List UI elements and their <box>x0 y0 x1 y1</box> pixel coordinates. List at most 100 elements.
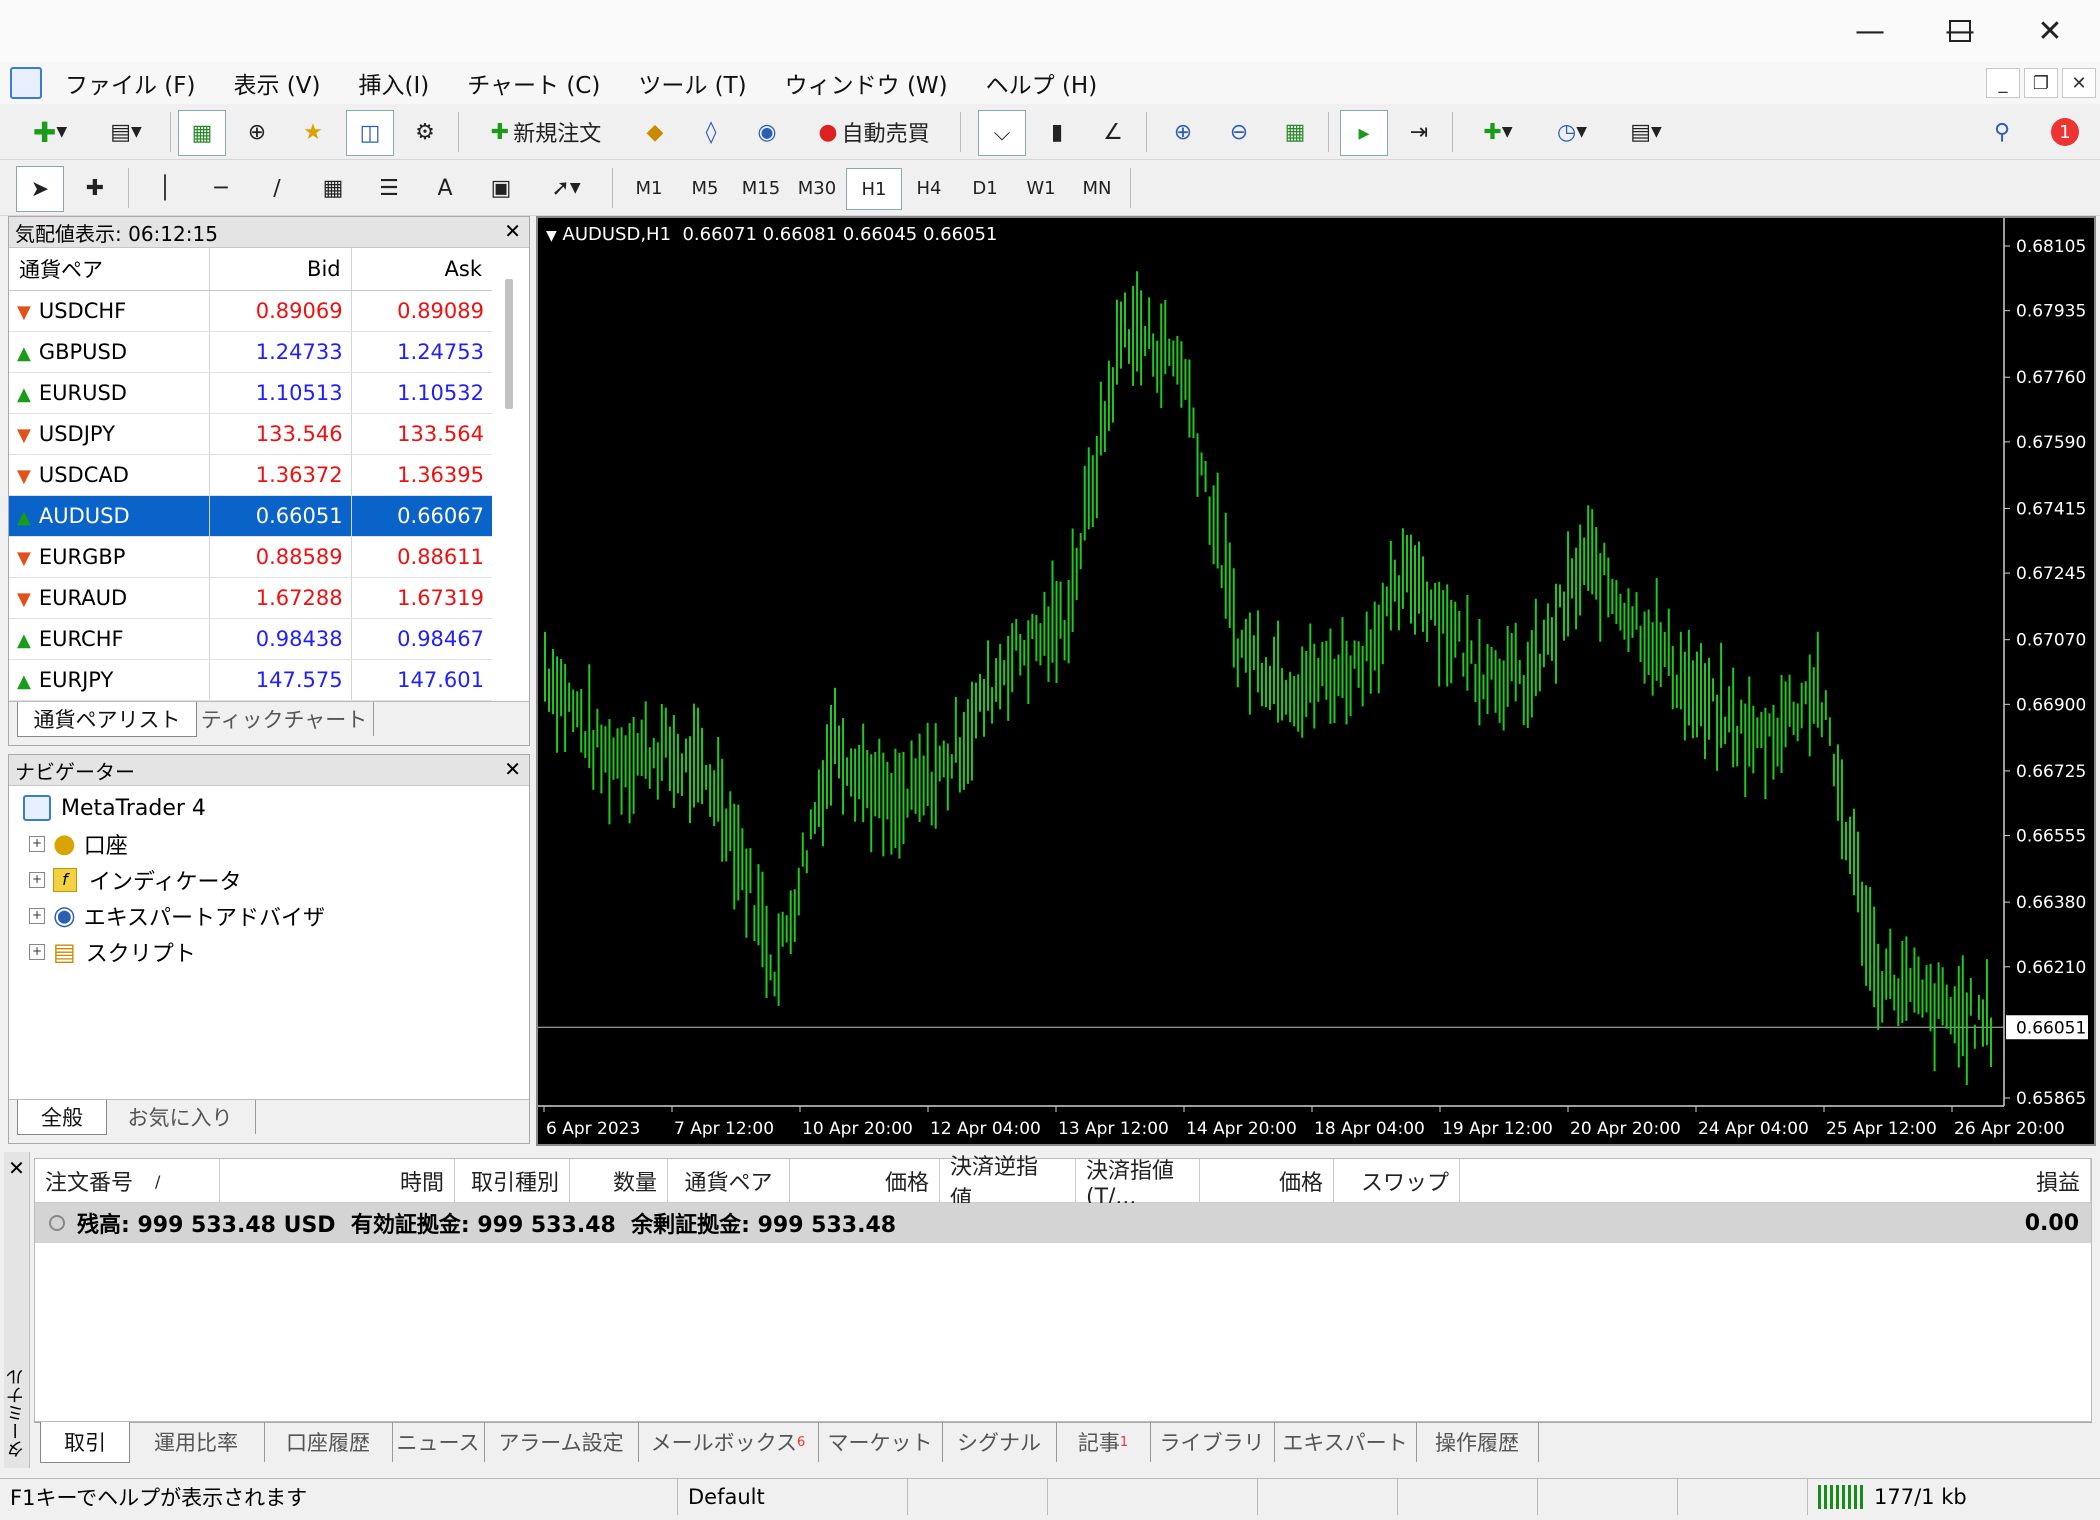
templates-button[interactable]: ▤ ▼ <box>1614 110 1678 154</box>
status-connection[interactable]: 177/1 kb <box>1808 1479 2098 1515</box>
periods-button[interactable]: ◷ ▼ <box>1540 110 1604 154</box>
column-header[interactable]: 注文番号 / <box>35 1159 220 1203</box>
market-watch-row[interactable]: ▲ EURUSD 1.10513 1.10532 <box>9 372 492 414</box>
data-window-button[interactable]: ⊕ <box>234 110 280 154</box>
column-header-ask[interactable]: Ask <box>351 248 492 291</box>
bar-chart-button[interactable]: ⌵ <box>978 110 1026 156</box>
timeframe-button-mn[interactable]: MN <box>1070 168 1124 208</box>
new-chart-button[interactable]: ✚ ▼ <box>18 110 82 154</box>
menu-item[interactable]: ヘルプ (H) <box>967 66 1117 100</box>
triangle-down-icon[interactable]: ▼ <box>546 228 557 244</box>
column-header[interactable]: 時間 <box>220 1159 455 1203</box>
column-header[interactable]: 決済逆指値... <box>940 1155 1076 1212</box>
timeframe-button-m1[interactable]: M1 <box>622 168 676 208</box>
navigator-root[interactable]: MetaTrader 4 <box>23 791 206 825</box>
terminal-tab[interactable]: 操作履歴 <box>1416 1422 1539 1462</box>
terminal-tab[interactable]: 運用比率 <box>128 1422 265 1462</box>
scrollbar-thumb[interactable] <box>505 279 513 409</box>
close-icon[interactable]: ✕ <box>4 1156 29 1180</box>
column-header[interactable]: 損益 <box>1460 1159 2091 1203</box>
navigator-item-accounts[interactable]: + ● 口座 <box>29 827 128 861</box>
timeframe-button-m15[interactable]: M15 <box>734 168 788 208</box>
menu-item[interactable]: ファイル (F) <box>46 66 215 100</box>
text-label-tool[interactable]: ▣ <box>478 166 524 210</box>
horizontal-line-tool[interactable]: ─ <box>198 166 244 210</box>
metaeditor-button[interactable]: ◆ <box>632 110 678 154</box>
column-header[interactable]: スワップ <box>1334 1159 1460 1203</box>
column-header[interactable]: 価格 <box>1200 1159 1334 1203</box>
cursor-tool[interactable]: ➤ <box>16 166 64 212</box>
zoom-in-button[interactable]: ⊕ <box>1160 110 1206 154</box>
indicators-button[interactable]: ✚ ▼ <box>1466 110 1530 154</box>
zoom-out-button[interactable]: ⊖ <box>1216 110 1262 154</box>
menu-item[interactable]: ツール (T) <box>619 66 765 100</box>
text-tool[interactable]: A <box>422 166 468 210</box>
menu-item[interactable]: 挿入(I) <box>340 66 449 100</box>
column-header[interactable]: 取引種別 <box>455 1159 570 1203</box>
terminal-tab[interactable]: 口座履歴 <box>264 1422 393 1462</box>
chart-window[interactable]: 0.68105 0.67935 0.67760 0.67590 0.67415 0.672… <box>536 216 2096 1146</box>
market-watch-row[interactable]: ▼ EURAUD 1.67288 1.67319 <box>9 577 492 619</box>
menu-item[interactable]: ウィンドウ (W) <box>766 66 967 100</box>
signals-button[interactable]: ◉ <box>744 110 790 154</box>
expand-icon[interactable]: + <box>29 908 45 924</box>
market-watch-row[interactable]: ▼ USDJPY 133.546 133.564 <box>9 413 492 455</box>
menu-item[interactable]: 表示 (V) <box>215 66 340 100</box>
market-button[interactable]: ◊ <box>688 110 734 154</box>
crosshair-tool[interactable]: ✚ <box>72 166 118 210</box>
auto-trading-button[interactable]: ● 自動売買 <box>800 110 948 154</box>
market-watch-row[interactable]: ▲ GBPUSD 1.24733 1.24753 <box>9 331 492 373</box>
expand-icon[interactable]: + <box>29 944 45 960</box>
arrows-tool[interactable]: ➚ ▼ <box>534 166 598 210</box>
notifications-button[interactable]: 1 <box>2040 110 2090 154</box>
equidistant-channel-tool[interactable]: ▦ <box>310 166 356 210</box>
timeframe-button-w1[interactable]: W1 <box>1014 168 1068 208</box>
close-icon[interactable]: ✕ <box>504 757 521 781</box>
terminal-tab[interactable]: メールボックス 6 <box>638 1422 819 1462</box>
navigator-item-scripts[interactable]: + ▤ スクリプト <box>29 935 196 969</box>
timeframe-button-d1[interactable]: D1 <box>958 168 1012 208</box>
minimize-window-button[interactable]: — <box>1825 0 1915 62</box>
column-header-bid[interactable]: Bid <box>209 248 352 291</box>
navigator-toggle[interactable]: ★ <box>290 110 336 154</box>
expand-icon[interactable]: + <box>29 836 45 852</box>
timeframe-button-h1[interactable]: H1 <box>846 168 902 210</box>
vertical-line-tool[interactable]: │ <box>142 166 188 210</box>
terminal-tab[interactable]: シグナル <box>942 1422 1057 1462</box>
market-watch-row[interactable]: ▼ EURGBP 0.88589 0.88611 <box>9 536 492 578</box>
maximize-window-button[interactable] <box>1915 0 2005 62</box>
search-button[interactable]: ⚲ <box>1982 110 2022 154</box>
column-header[interactable]: 価格 <box>790 1159 940 1203</box>
terminal-tab[interactable]: ライブラリ <box>1150 1422 1275 1462</box>
chart-shift-button[interactable]: ⇥ <box>1396 110 1442 154</box>
market-watch-row[interactable]: ▼ USDCAD 1.36372 1.36395 <box>9 454 492 496</box>
price-chart[interactable]: 0.68105 0.67935 0.67760 0.67590 0.67415 0.672… <box>538 218 2094 1144</box>
new-order-button[interactable]: ✚ 新規注文 <box>472 110 620 154</box>
column-header[interactable]: 数量 <box>570 1159 668 1203</box>
tab-symbols[interactable]: 通貨ペアリスト <box>17 702 197 737</box>
mdi-close-button[interactable]: ✕ <box>2062 68 2096 98</box>
terminal-tab[interactable]: マーケット <box>818 1422 943 1462</box>
terminal-tab[interactable]: ニュース <box>392 1422 485 1462</box>
status-profile[interactable]: Default <box>678 1479 908 1515</box>
balance-row[interactable]: 残高: 999 533.48 USD 有効証拠金: 999 533.48 余剰証… <box>35 1203 2091 1243</box>
tab-tick-chart[interactable]: ティックチャート <box>195 702 374 736</box>
terminal-tab[interactable]: 記事 1 <box>1056 1422 1151 1462</box>
navigator-item-indicators[interactable]: + f インディケータ <box>29 863 241 897</box>
market-watch-toggle[interactable]: ▦ <box>178 110 226 156</box>
navigator-item-experts[interactable]: + ◉ エキスパートアドバイザ <box>29 899 325 933</box>
tile-windows-button[interactable]: ▦ <box>1272 110 1318 154</box>
line-chart-button[interactable]: ∠ <box>1090 110 1136 154</box>
candlestick-button[interactable]: ▮ <box>1034 110 1080 154</box>
mdi-restore-button[interactable]: ❐ <box>2024 68 2058 98</box>
timeframe-button-h4[interactable]: H4 <box>902 168 956 208</box>
column-header-symbol[interactable]: 通貨ペア <box>9 248 211 291</box>
trendline-tool[interactable]: ∕ <box>254 166 300 210</box>
tab-common[interactable]: 全般 <box>17 1100 107 1135</box>
terminal-tab[interactable]: エキスパート <box>1274 1422 1417 1462</box>
market-watch-row[interactable]: ▲ EURJPY 147.575 147.601 <box>9 659 492 701</box>
expand-icon[interactable]: + <box>29 872 45 888</box>
fibonacci-tool[interactable]: ☰ <box>366 166 412 210</box>
terminal-tab[interactable]: アラーム設定 <box>484 1422 639 1462</box>
terminal-tab[interactable]: 取引 <box>40 1422 130 1463</box>
